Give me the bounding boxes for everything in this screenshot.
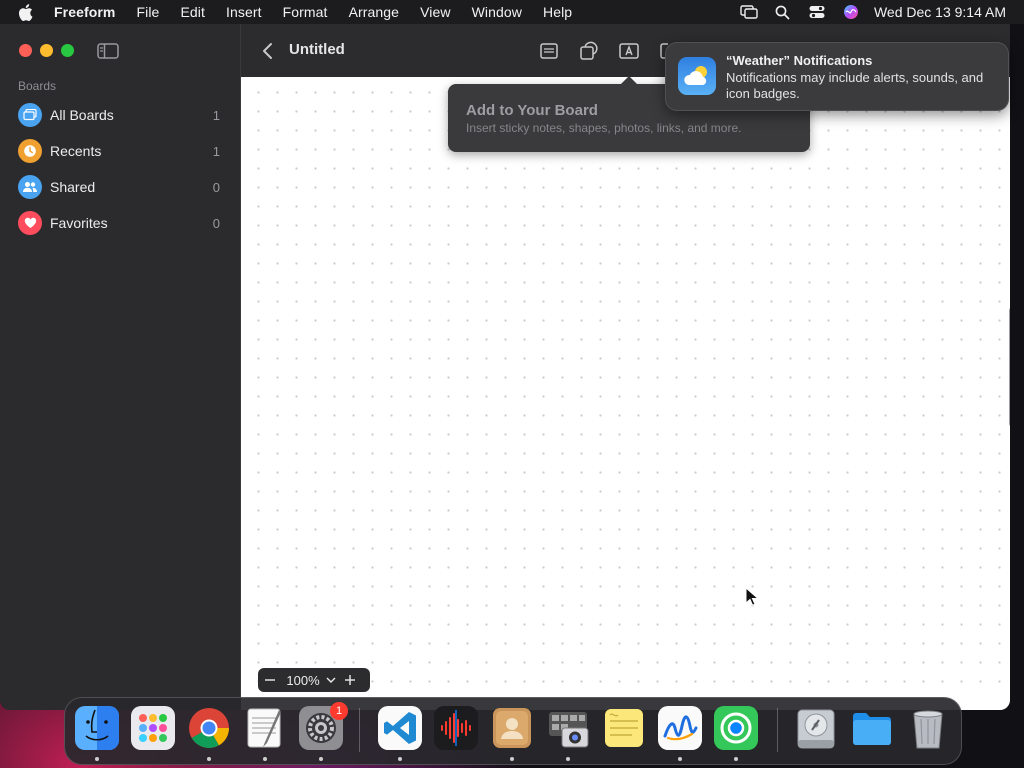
running-indicator: [510, 757, 514, 761]
stickies-icon[interactable]: [602, 706, 646, 750]
disk-utility-icon[interactable]: [794, 706, 838, 750]
weather-notification[interactable]: “Weather” Notifications Notifications ma…: [665, 42, 1009, 111]
tip-arrow: [621, 76, 637, 84]
shapes-icon[interactable]: [578, 40, 600, 62]
running-indicator: [319, 757, 323, 761]
window-controls: [19, 44, 74, 57]
image-capture-icon[interactable]: [546, 706, 590, 750]
voice-memos-icon[interactable]: [434, 706, 478, 750]
running-indicator: [734, 757, 738, 761]
running-indicator: [207, 757, 211, 761]
notification-body: Notifications may include alerts, sounds…: [726, 70, 984, 101]
sidebar-item-label: All Boards: [50, 107, 114, 123]
sidebar-item-all-boards[interactable]: All Boards 1: [18, 101, 228, 129]
back-chevron-icon[interactable]: [261, 41, 275, 61]
siri-icon[interactable]: [840, 0, 862, 24]
all-boards-icon: [18, 103, 42, 127]
menu-bar-clock[interactable]: Wed Dec 13 9:14 AM: [874, 4, 1006, 20]
zoom-level[interactable]: 100%: [282, 673, 324, 688]
menu-help[interactable]: Help: [543, 4, 572, 20]
spotlight-search-icon[interactable]: [772, 0, 794, 24]
mouse-cursor-icon: [745, 587, 759, 606]
chevron-down-icon[interactable]: [324, 677, 338, 683]
running-indicator: [263, 757, 267, 761]
running-indicator: [95, 757, 99, 761]
sidebar-item-label: Shared: [50, 179, 96, 195]
contacts-icon[interactable]: [490, 706, 534, 750]
sidebar-item-label: Favorites: [50, 215, 108, 231]
zoom-window-button[interactable]: [61, 44, 74, 57]
running-indicator: [566, 757, 570, 761]
finder-icon[interactable]: [75, 706, 119, 750]
tip-title: Add to Your Board: [466, 102, 598, 119]
menu-window[interactable]: Window: [472, 4, 522, 20]
sidebar-item-count: 1: [212, 107, 220, 123]
weather-app-icon: [678, 57, 716, 95]
zoom-in-button[interactable]: [338, 668, 362, 692]
menu-insert[interactable]: Insert: [226, 4, 262, 20]
clock-icon: [18, 139, 42, 163]
sidebar-toggle-icon[interactable]: [96, 41, 120, 61]
control-center-icon[interactable]: [806, 0, 828, 24]
close-window-button[interactable]: [19, 44, 32, 57]
sidebar-item-count: 0: [212, 215, 220, 231]
dock-separator: [359, 708, 360, 752]
text-box-icon[interactable]: [618, 40, 640, 62]
sidebar-item-shared[interactable]: Shared 0: [18, 173, 228, 201]
board-canvas[interactable]: Add to Your Board Insert sticky notes, s…: [241, 76, 1010, 695]
menu-app-name[interactable]: Freeform: [54, 4, 115, 20]
folder-icon[interactable]: [850, 706, 894, 750]
sidebar-item-favorites[interactable]: Favorites 0: [18, 209, 228, 237]
chrome-icon[interactable]: [187, 706, 231, 750]
trash-icon[interactable]: [906, 706, 950, 750]
heart-icon: [18, 211, 42, 235]
board-title[interactable]: Untitled: [289, 41, 345, 58]
vscode-icon[interactable]: [378, 706, 422, 750]
sidebar-item-recents[interactable]: Recents 1: [18, 137, 228, 165]
dock-separator: [777, 708, 778, 752]
apple-menu-icon[interactable]: [18, 0, 36, 24]
menu-view[interactable]: View: [420, 4, 451, 20]
freeform-window: Boards All Boards 1 Recents 1 Shared 0 F…: [0, 24, 1010, 710]
sidebar-item-count: 1: [212, 143, 220, 159]
board-area: Untitled Add to Your Board Insert sticky…: [241, 24, 1010, 710]
settings-notification-badge: 1: [330, 702, 348, 720]
freeform-icon[interactable]: [658, 706, 702, 750]
menu-format[interactable]: Format: [283, 4, 328, 20]
menu-bar: Freeform File Edit Insert Format Arrange…: [0, 0, 1024, 24]
vertical-scrollbar[interactable]: [1009, 307, 1010, 427]
find-my-icon[interactable]: [714, 706, 758, 750]
zoom-out-button[interactable]: [258, 668, 282, 692]
menu-file[interactable]: File: [136, 4, 159, 20]
zoom-control: 100%: [258, 668, 370, 692]
screen-mirroring-icon[interactable]: [738, 0, 760, 24]
running-indicator: [678, 757, 682, 761]
dock: 1: [64, 697, 962, 765]
textedit-icon[interactable]: [243, 706, 287, 750]
running-indicator: [398, 757, 402, 761]
sticky-note-icon[interactable]: [538, 40, 560, 62]
notification-title: “Weather” Notifications: [726, 53, 873, 68]
menu-arrange[interactable]: Arrange: [349, 4, 400, 20]
sidebar-item-count: 0: [212, 179, 220, 195]
tip-body: Insert sticky notes, shapes, photos, lin…: [466, 121, 742, 135]
launchpad-icon[interactable]: [131, 706, 175, 750]
boards-section-label: Boards: [18, 79, 57, 93]
people-icon: [18, 175, 42, 199]
sidebar-item-label: Recents: [50, 143, 102, 159]
minimize-window-button[interactable]: [40, 44, 53, 57]
menu-edit[interactable]: Edit: [180, 4, 205, 20]
sidebar: Boards All Boards 1 Recents 1 Shared 0 F…: [0, 24, 241, 710]
